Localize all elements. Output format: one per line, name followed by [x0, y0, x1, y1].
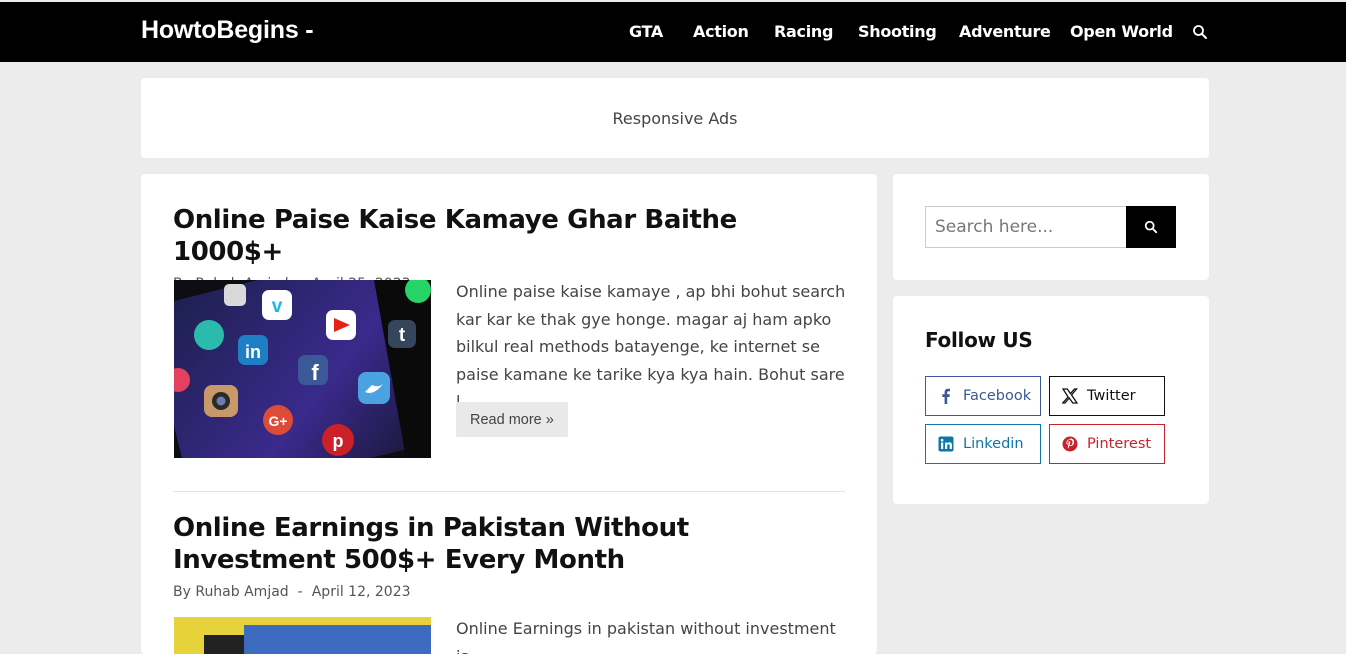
ads-label: Responsive Ads — [612, 108, 738, 128]
search-icon[interactable] — [1192, 24, 1208, 40]
pinterest-label: Pinterest — [1087, 436, 1152, 452]
main-content: Online Paise Kaise Kamaye Ghar Baithe 10… — [141, 174, 877, 654]
post-excerpt: Online Earnings in pakistan without inve… — [456, 619, 836, 654]
earnings-image — [174, 617, 431, 654]
search-icon — [1144, 220, 1158, 234]
linkedin-label: Linkedin — [963, 436, 1024, 452]
post-meta: By Ruhab Amjad - April 12, 2023 — [173, 584, 845, 600]
sidebar-search-widget: Search here... — [893, 174, 1209, 280]
nav-racing[interactable]: Racing — [774, 22, 833, 41]
follow-title: Follow US — [925, 328, 1033, 352]
post-title[interactable]: Online Paise Kaise Kamaye Ghar Baithe 10… — [173, 204, 845, 268]
svg-text:G+: G+ — [268, 413, 287, 429]
post-date: April 12, 2023 — [311, 584, 411, 600]
ads-banner: Responsive Ads — [141, 78, 1209, 158]
nav-shooting[interactable]: Shooting — [858, 22, 937, 41]
top-navigation-bar: HowtoBegins - GTA Action Racing Shooting… — [0, 2, 1346, 62]
meta-separator: - — [297, 584, 303, 600]
svg-text:t: t — [399, 325, 406, 346]
post-divider — [173, 491, 845, 492]
facebook-icon — [942, 388, 950, 404]
post-excerpt: Online paise kaise kamaye , ap bhi bohut… — [456, 282, 846, 411]
post-card: Online Earnings in Pakistan Without Inve… — [173, 512, 845, 654]
svg-text:f: f — [311, 360, 319, 385]
read-more-button[interactable]: Read more » — [456, 402, 568, 437]
svg-text:v: v — [272, 296, 283, 317]
facebook-button[interactable]: Facebook — [925, 376, 1041, 416]
nav-action[interactable]: Action — [693, 22, 749, 41]
post-card: Online Paise Kaise Kamaye Ghar Baithe 10… — [173, 204, 845, 458]
svg-text:in: in — [245, 342, 261, 362]
post-author[interactable]: By Ruhab Amjad — [173, 584, 289, 600]
nav-gta[interactable]: GTA — [629, 22, 663, 41]
twitter-label: Twitter — [1087, 388, 1136, 404]
linkedin-icon — [938, 436, 954, 452]
linkedin-button[interactable]: Linkedin — [925, 424, 1041, 464]
nav-open-world[interactable]: Open World — [1070, 22, 1173, 41]
pinterest-button[interactable]: Pinterest — [1049, 424, 1165, 464]
search-input[interactable]: Search here... — [925, 206, 1127, 248]
sidebar-follow-widget: Follow US Facebook Twitter Linkedin Pint… — [893, 296, 1209, 504]
post-thumbnail[interactable] — [174, 617, 431, 654]
site-logo[interactable]: HowtoBegins - — [141, 16, 314, 45]
social-apps-phone-image: v in f G+ p t — [174, 280, 431, 458]
post-thumbnail[interactable]: v in f G+ p t — [174, 280, 431, 458]
post-title[interactable]: Online Earnings in Pakistan Without Inve… — [173, 512, 845, 576]
search-button[interactable] — [1126, 206, 1176, 248]
x-twitter-icon — [1062, 388, 1078, 404]
facebook-label: Facebook — [963, 388, 1032, 404]
twitter-button[interactable]: Twitter — [1049, 376, 1165, 416]
pinterest-icon — [1062, 436, 1078, 452]
nav-adventure[interactable]: Adventure — [959, 22, 1051, 41]
svg-text:p: p — [333, 431, 344, 451]
